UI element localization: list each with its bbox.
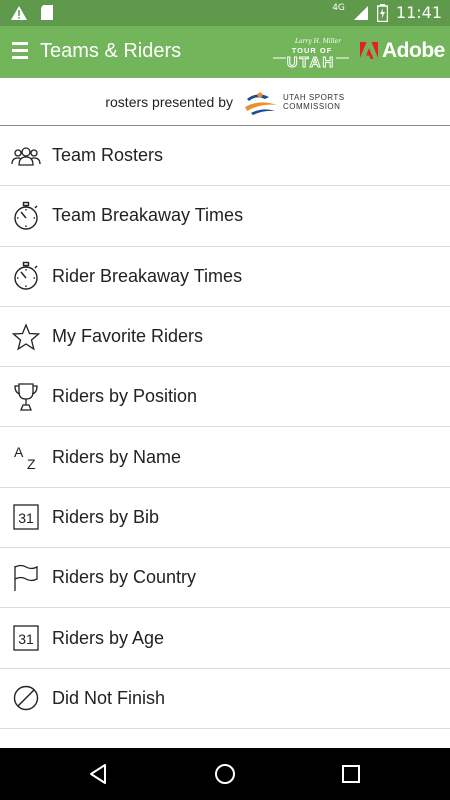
usc-line2: COMMISSION bbox=[282, 101, 341, 111]
back-icon[interactable] bbox=[86, 762, 110, 786]
adobe-wordmark: Adobe bbox=[382, 39, 445, 62]
svg-text:A: A bbox=[14, 444, 24, 460]
menu-item-label: Riders by Name bbox=[52, 446, 182, 467]
menu-item-riders-by-bib[interactable]: 31 Riders by Bib bbox=[0, 488, 450, 549]
az-sort-icon: A Z bbox=[11, 442, 41, 472]
menu-item-label: Team Breakaway Times bbox=[52, 205, 244, 226]
utah-sports-commission-logo[interactable]: UTAH SPORTS COMMISSION bbox=[243, 89, 345, 115]
menu-list: Team Rosters Team Breakaway Times Rider … bbox=[0, 126, 450, 729]
star-icon bbox=[11, 322, 41, 352]
stopwatch-icon bbox=[11, 261, 41, 291]
menu-item-team-rosters[interactable]: Team Rosters bbox=[0, 126, 450, 187]
warning-icon bbox=[11, 5, 27, 20]
recents-icon[interactable] bbox=[339, 762, 363, 786]
usc-swoosh-icon bbox=[244, 92, 277, 115]
menu-item-label: Riders by Age bbox=[52, 627, 165, 648]
svg-text:Larry H. Miller: Larry H. Miller bbox=[294, 38, 342, 45]
app-bar: Teams & Riders Larry H. Miller TOUR OF U… bbox=[0, 26, 450, 78]
sponsor-banner: rosters presented by UTAH SPORTS COMMISS… bbox=[0, 78, 450, 126]
calendar-31-icon: 31 bbox=[11, 502, 41, 532]
tour-of-utah-logo: Larry H. Miller TOUR OF UTAH bbox=[273, 38, 349, 70]
menu-item-riders-by-age[interactable]: 31 Riders by Age bbox=[0, 608, 450, 669]
menu-item-riders-by-country[interactable]: Riders by Country bbox=[0, 548, 450, 609]
sd-card-icon bbox=[41, 5, 53, 20]
svg-text:31: 31 bbox=[18, 631, 34, 647]
menu-item-riders-by-position[interactable]: Riders by Position bbox=[0, 367, 450, 428]
menu-item-label: Team Rosters bbox=[52, 145, 164, 166]
menu-item-rider-breakaway-times[interactable]: Rider Breakaway Times bbox=[0, 247, 450, 307]
adobe-mark-icon bbox=[360, 42, 378, 59]
usc-line1: UTAH SPORTS bbox=[282, 92, 345, 102]
menu-item-my-favorite-riders[interactable]: My Favorite Riders bbox=[0, 307, 450, 368]
adobe-logo: Adobe bbox=[360, 39, 445, 63]
people-icon bbox=[11, 141, 41, 171]
status-bar: 4G 11:41 bbox=[0, 0, 450, 26]
network-type: 4G bbox=[332, 2, 345, 13]
menu-item-did-not-finish[interactable]: Did Not Finish bbox=[0, 669, 450, 729]
menu-item-label: Did Not Finish bbox=[52, 687, 166, 708]
page-title: Teams & Riders bbox=[40, 40, 182, 62]
menu-item-label: Riders by Country bbox=[52, 567, 197, 588]
menu-item-label: Riders by Position bbox=[52, 386, 198, 407]
svg-text:UTAH: UTAH bbox=[287, 54, 336, 70]
menu-item-riders-by-name[interactable]: A Z Riders by Name bbox=[0, 427, 450, 488]
menu-item-label: My Favorite Riders bbox=[52, 326, 204, 347]
trophy-icon bbox=[11, 382, 41, 412]
sponsor-prefix: rosters presented by bbox=[105, 93, 233, 110]
svg-text:31: 31 bbox=[18, 510, 34, 526]
system-nav-bar bbox=[0, 748, 450, 800]
prohibited-icon bbox=[11, 683, 41, 713]
calendar-31-icon: 31 bbox=[11, 623, 41, 653]
stopwatch-icon bbox=[11, 201, 41, 231]
signal-icon bbox=[353, 5, 368, 20]
battery-charging-icon bbox=[376, 3, 388, 22]
flag-icon bbox=[11, 563, 41, 593]
svg-text:Z: Z bbox=[27, 456, 36, 471]
hamburger-icon[interactable] bbox=[12, 42, 28, 60]
home-icon[interactable] bbox=[213, 762, 237, 786]
menu-item-team-breakaway-times[interactable]: Team Breakaway Times bbox=[0, 186, 450, 247]
menu-item-label: Rider Breakaway Times bbox=[52, 265, 243, 286]
menu-item-label: Riders by Bib bbox=[52, 506, 160, 527]
clock: 11:41 bbox=[395, 3, 442, 22]
